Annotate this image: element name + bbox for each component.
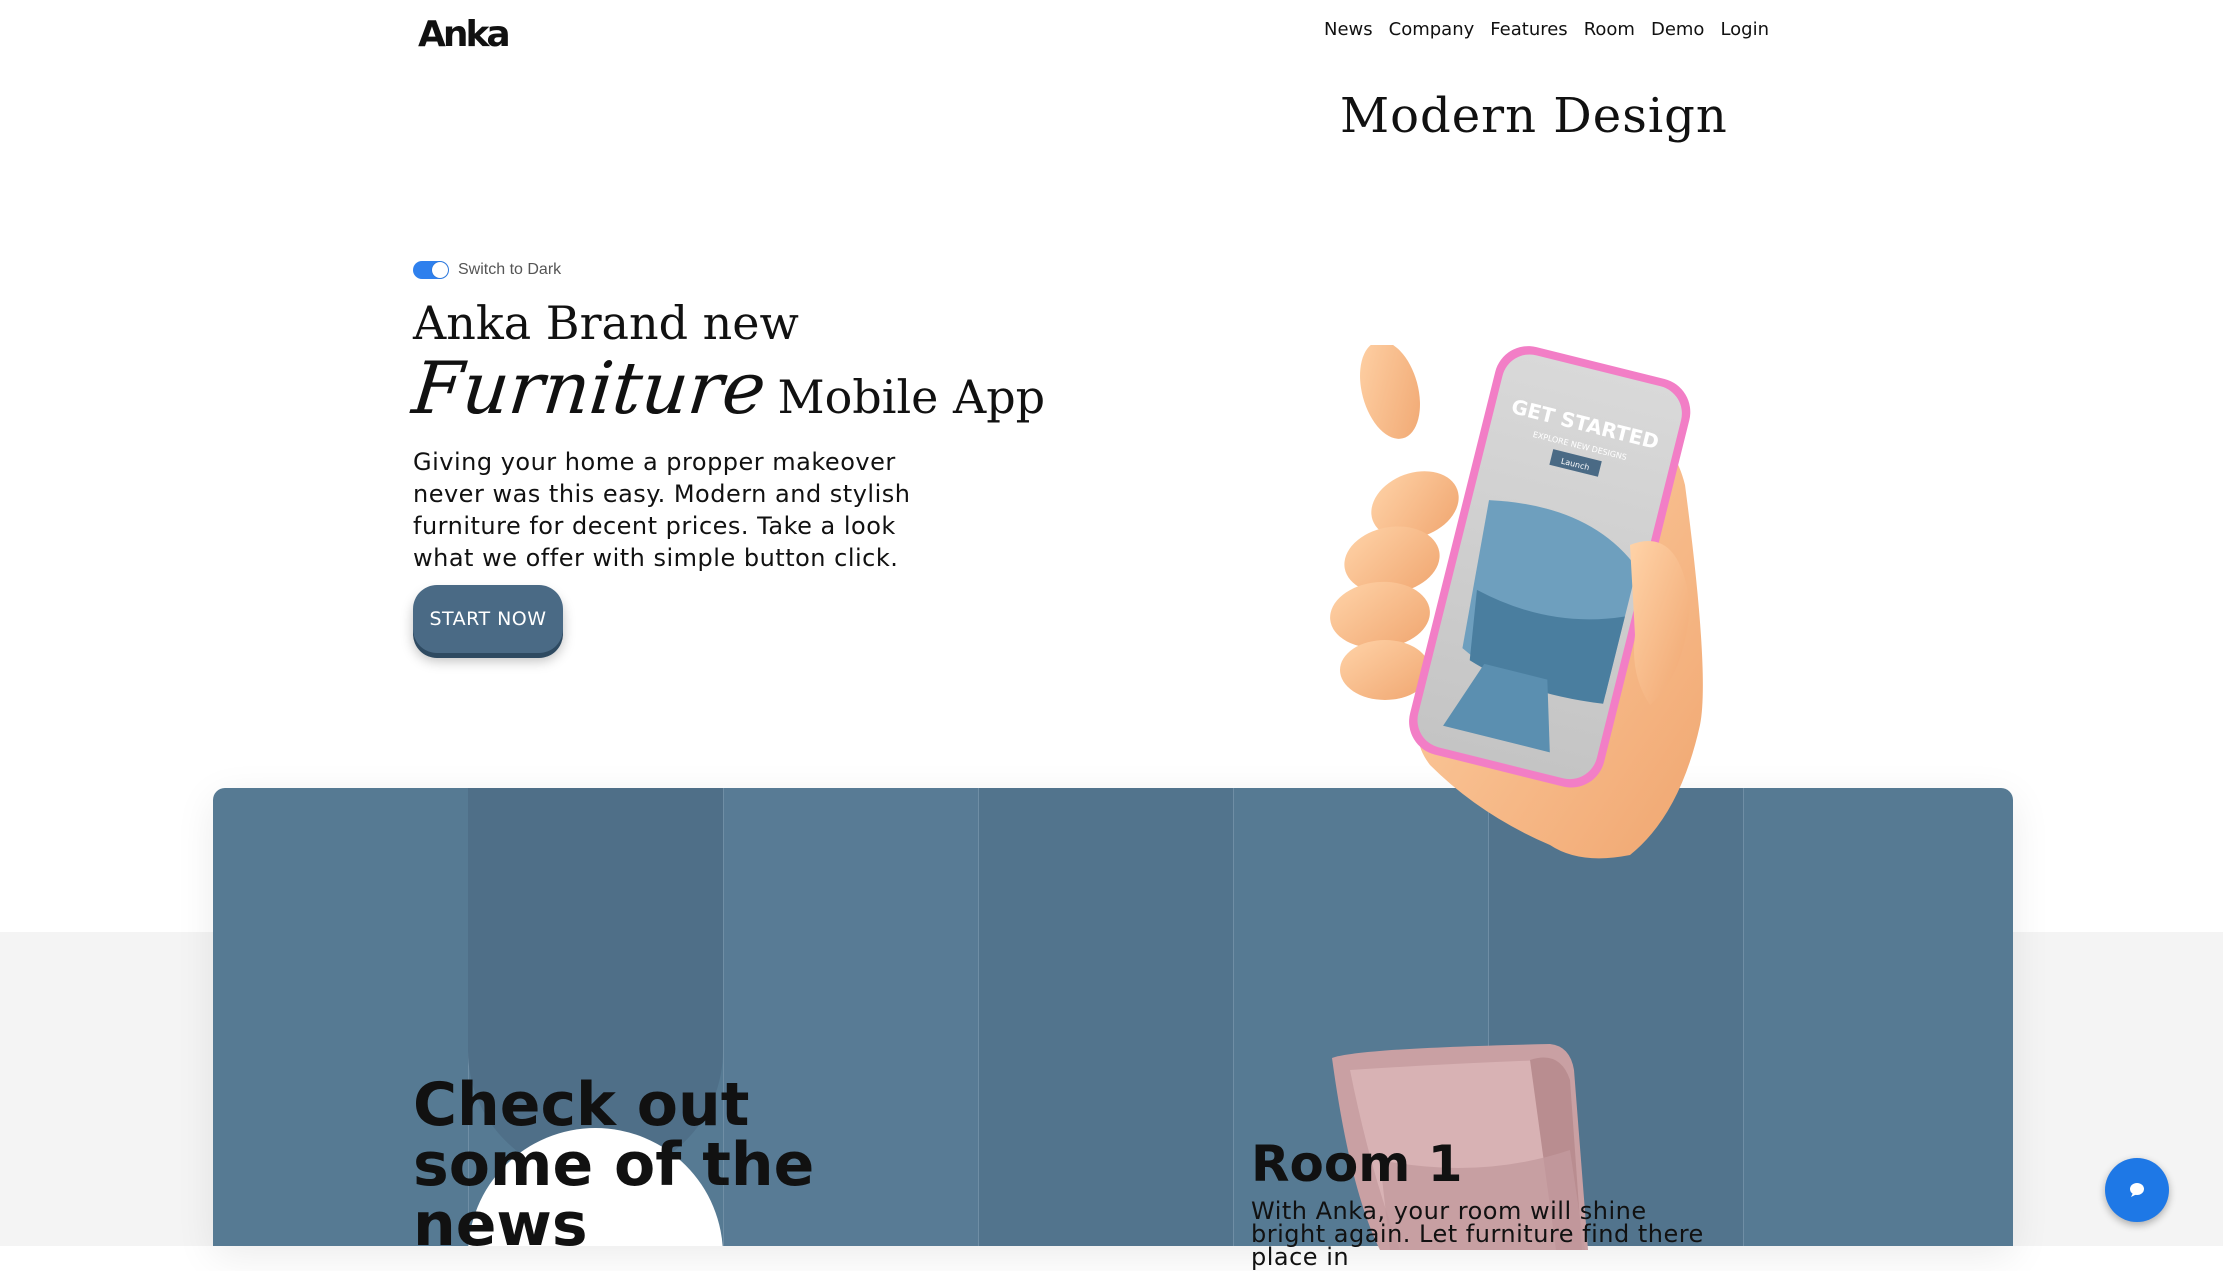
chat-bubble-icon xyxy=(2130,1183,2144,1197)
hand-phone-image: GET STARTED EXPLORE NEW DESIGNS Launch xyxy=(1330,345,1703,859)
news-heading: Check out some of the news xyxy=(413,1070,815,1260)
toggle-label: Switch to Dark xyxy=(458,261,562,278)
hero-headline-line1: Anka Brand new xyxy=(413,296,799,350)
tagline-heading: Modern Design xyxy=(1340,88,1728,144)
panel-stripe xyxy=(978,788,1234,1246)
chat-button[interactable] xyxy=(2105,1158,2169,1222)
nav-news[interactable]: News xyxy=(1324,19,1373,40)
room-description: With Anka, your room will shine bright a… xyxy=(1251,1197,1704,1271)
nav-room[interactable]: Room xyxy=(1584,19,1635,40)
panel-stripe xyxy=(1743,788,2013,1246)
toggle-switch-icon[interactable] xyxy=(413,261,449,279)
start-now-button[interactable]: START NOW xyxy=(413,585,563,653)
dark-mode-toggle-row: Switch to Dark xyxy=(413,261,561,279)
hero-headline-script: Furniture xyxy=(408,346,770,430)
logo-text: Anka xyxy=(418,14,508,55)
hero-paragraph: Giving your home a propper makeover neve… xyxy=(413,448,911,572)
nav-company[interactable]: Company xyxy=(1389,19,1475,40)
hero-headline-suffix: Mobile App xyxy=(777,370,1046,424)
room-title: Room 1 xyxy=(1251,1135,1463,1193)
main-nav: News Company Features Room Demo Login xyxy=(1324,19,1769,40)
anka-logo[interactable]: Anka xyxy=(416,8,512,60)
nav-demo[interactable]: Demo xyxy=(1651,19,1704,40)
nav-features[interactable]: Features xyxy=(1490,19,1567,40)
toggle-knob xyxy=(432,262,448,278)
hero-headline-line2: Furniture Mobile App xyxy=(409,346,1046,430)
nav-login[interactable]: Login xyxy=(1720,19,1769,40)
